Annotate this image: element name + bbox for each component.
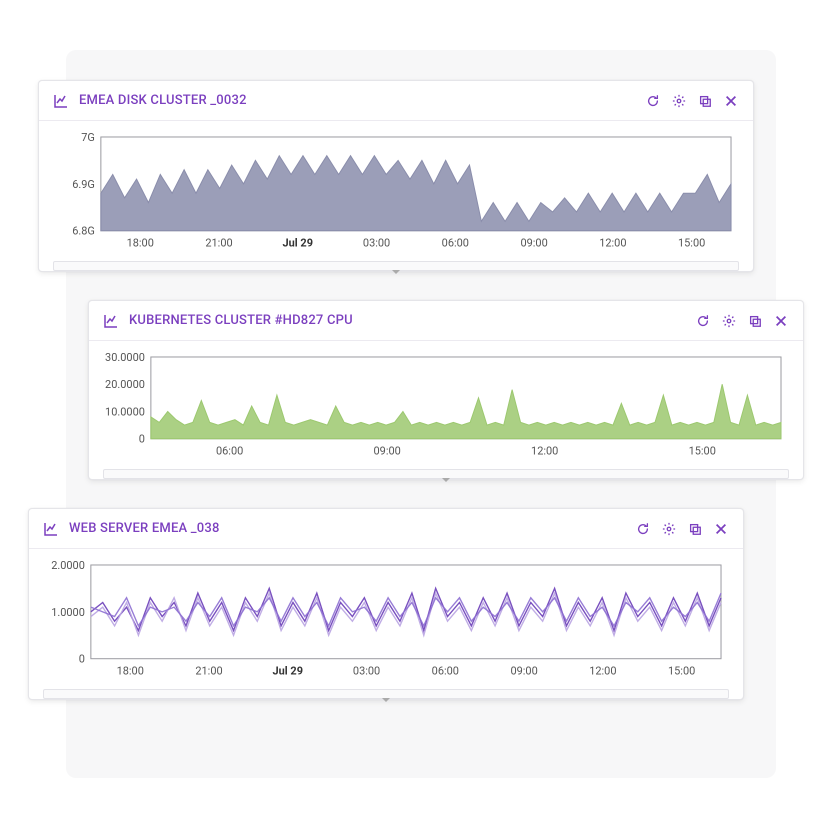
svg-text:20.0000: 20.0000 xyxy=(105,378,145,391)
refresh-icon[interactable] xyxy=(695,313,711,329)
chart-icon xyxy=(53,93,69,109)
svg-text:Jul 29: Jul 29 xyxy=(283,237,313,250)
panel-kube-cpu: KUBERNETES CLUSTER #HD827 CPU 30.0000 20.… xyxy=(88,300,804,480)
svg-text:09:00: 09:00 xyxy=(520,237,547,250)
svg-text:10.0000: 10.0000 xyxy=(105,405,145,418)
svg-text:15:00: 15:00 xyxy=(689,445,716,458)
panel-emea-disk: EMEA DISK CLUSTER _0032 7G 6.9G 6.8G 18:00 2… xyxy=(38,80,754,272)
svg-text:03:00: 03:00 xyxy=(353,665,380,678)
refresh-icon[interactable] xyxy=(645,93,661,109)
svg-text:7G: 7G xyxy=(81,131,95,144)
svg-text:15:00: 15:00 xyxy=(678,237,705,250)
svg-text:09:00: 09:00 xyxy=(510,665,537,678)
svg-text:2.0000: 2.0000 xyxy=(51,559,85,572)
panel-header: EMEA DISK CLUSTER _0032 xyxy=(39,81,753,121)
chart-area: 30.0000 20.0000 10.0000 0 06:00 09:00 12:00 15:… xyxy=(89,341,803,465)
chart-icon xyxy=(103,313,119,329)
svg-text:1.0000: 1.0000 xyxy=(51,606,85,619)
timeline-scrollbar[interactable] xyxy=(53,261,739,271)
close-icon[interactable] xyxy=(773,313,789,329)
svg-text:15:00: 15:00 xyxy=(668,665,695,678)
svg-text:12:00: 12:00 xyxy=(599,237,626,250)
panel-header: KUBERNETES CLUSTER #HD827 CPU xyxy=(89,301,803,341)
svg-text:12:00: 12:00 xyxy=(589,665,616,678)
gear-icon[interactable] xyxy=(661,521,677,537)
duplicate-icon[interactable] xyxy=(697,93,713,109)
gear-icon[interactable] xyxy=(671,93,687,109)
svg-text:21:00: 21:00 xyxy=(195,665,222,678)
svg-text:Jul 29: Jul 29 xyxy=(273,665,303,678)
chart-svg-web-server: 2.0000 1.0000 0 18:00 21:00 Jul 29 03:00 06:00 0… xyxy=(43,559,729,677)
svg-text:21:00: 21:00 xyxy=(205,237,232,250)
svg-text:06:00: 06:00 xyxy=(216,445,243,458)
chart-icon xyxy=(43,521,59,537)
panel-title: WEB SERVER EMEA _038 xyxy=(69,521,220,536)
svg-text:30.0000: 30.0000 xyxy=(105,351,145,364)
svg-text:09:00: 09:00 xyxy=(374,445,401,458)
timeline-scrollbar[interactable] xyxy=(103,469,789,479)
timeline-scrollbar[interactable] xyxy=(43,689,729,699)
close-icon[interactable] xyxy=(723,93,739,109)
svg-text:12:00: 12:00 xyxy=(531,445,558,458)
chart-svg-emea-disk: 7G 6.9G 6.8G 18:00 21:00 Jul 29 03:00 06:00 09:0… xyxy=(53,131,739,249)
chart-area: 7G 6.9G 6.8G 18:00 21:00 Jul 29 03:00 06:00 09:0… xyxy=(39,121,753,257)
duplicate-icon[interactable] xyxy=(687,521,703,537)
chart-svg-kube-cpu: 30.0000 20.0000 10.0000 0 06:00 09:00 12:00 15:… xyxy=(103,351,789,457)
panel-title: EMEA DISK CLUSTER _0032 xyxy=(79,93,247,108)
duplicate-icon[interactable] xyxy=(747,313,763,329)
panel-header: WEB SERVER EMEA _038 xyxy=(29,509,743,549)
gear-icon[interactable] xyxy=(721,313,737,329)
refresh-icon[interactable] xyxy=(635,521,651,537)
svg-text:03:00: 03:00 xyxy=(363,237,390,250)
svg-text:06:00: 06:00 xyxy=(442,237,469,250)
panel-web-server: WEB SERVER EMEA _038 2.00001.0000018:002… xyxy=(28,508,744,700)
svg-text:0: 0 xyxy=(79,653,85,666)
panel-title: KUBERNETES CLUSTER #HD827 CPU xyxy=(129,313,353,328)
close-icon[interactable] xyxy=(713,521,729,537)
svg-text:18:00: 18:00 xyxy=(127,237,154,250)
svg-text:06:00: 06:00 xyxy=(432,665,459,678)
svg-text:18:00: 18:00 xyxy=(117,665,144,678)
chart-area: 2.0000 1.0000 0 18:00 21:00 Jul 29 03:00 06:00 0… xyxy=(29,549,743,685)
svg-text:0: 0 xyxy=(139,433,145,446)
svg-text:6.9G: 6.9G xyxy=(72,178,95,191)
svg-text:6.8G: 6.8G xyxy=(72,225,95,238)
